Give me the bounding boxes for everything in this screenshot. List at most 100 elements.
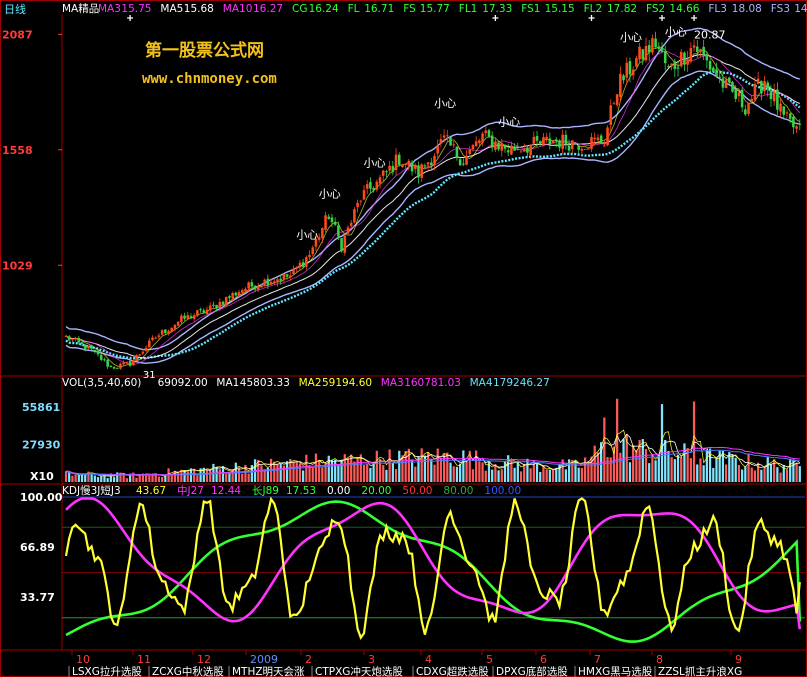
volume-legend-value: 160781.03 [404,377,461,389]
volume-bar [632,444,635,482]
candle-body [753,83,757,101]
kdj-legend-value: 17.53 [286,485,316,497]
formula-tab-label: MTHZ明天会涨 [232,665,305,677]
candle-body [516,148,520,150]
volume-bar [366,464,369,482]
candle-body [125,361,129,363]
candle-body [795,126,798,129]
volume-bar [740,469,744,482]
candle-body [558,140,561,148]
formula-tab-6[interactable]: DPXG底部选股 [492,665,568,677]
formula-tab-5[interactable]: CDXG超跌选股 [412,665,489,677]
low-price-label: 31 [143,370,156,381]
candle-body [535,135,539,141]
kdj-y-tick: 66.89 [20,541,55,554]
ma-legend-label: FL3 [708,3,727,15]
volume-bar [696,464,699,482]
candle-body [449,136,452,146]
candle-body [224,297,228,306]
candle-body [538,141,542,144]
volume-bar [644,448,648,482]
candle-body [308,254,311,258]
kdj-legend-value: 0.00 [327,485,350,497]
candle-body [702,46,705,55]
candle-body [500,143,504,151]
candle-body [455,146,459,157]
candle-body [708,60,712,70]
ma-legend-value: 16.71 [364,3,394,15]
volume-bar [776,467,779,482]
candle-body [256,286,260,290]
candle-body [750,98,754,102]
x-axis-month: 3 [368,653,375,666]
formula-tab-3[interactable]: MTHZ明天会涨 [228,665,305,677]
volume-bar [346,458,350,482]
volume-bar [769,463,773,482]
formula-tab-7[interactable]: HMXG黑马选股 [574,665,653,677]
caution-marker: 小心 [296,229,318,242]
candle-body [577,145,580,150]
formula-tab-1[interactable]: LSXG拉升选股 [68,665,142,677]
candle-body [128,361,132,366]
formula-tab-label: ZCXG中秋选股 [152,665,224,677]
candle-body [119,363,122,369]
volume-bar [596,452,600,482]
candle-body [625,62,629,78]
candle-body [340,238,343,252]
volume-bar [737,464,741,482]
price-y-tick: 1558 [2,144,33,157]
candle-body [397,154,401,165]
price-y-tick: 2087 [2,28,33,41]
candle-body [673,61,677,70]
volume-header-name: VOL(3,5,40,60) [62,377,141,389]
candle-body [273,281,276,283]
formula-tab-label: CTPXG冲天炮选股 [315,665,403,677]
volume-bar [455,466,459,482]
candle-body [571,140,574,150]
candle-body [148,340,151,348]
volume-bar [100,475,103,482]
candle-body [644,46,648,61]
candle-body [205,309,209,315]
candle-body [641,49,645,60]
formula-tab-2[interactable]: ZCXG中秋选股 [148,665,224,677]
candle-body [676,67,680,69]
volume-bar [471,469,475,482]
volume-bar [497,470,500,482]
volume-bar [330,460,334,482]
candle-body [218,301,222,308]
candle-body [760,80,763,94]
candle-body [410,162,414,172]
formula-tab-8[interactable]: ZZSL抓主升浪XG [654,665,742,677]
candle-body [212,304,215,306]
x-axis-month: 11 [137,653,151,666]
candle-body [654,38,657,48]
volume-bar [487,460,491,482]
x-axis-month: 12 [197,653,211,666]
volume-bar [436,448,439,482]
volume-bar [426,452,430,482]
candle-body [603,145,606,147]
volume-bar [773,459,776,482]
candle-body [298,262,302,268]
volume-bar [712,467,715,482]
volume-bar [715,457,718,482]
volume-bar [378,459,382,482]
volume-bar [314,453,318,482]
volume-bar [295,462,298,482]
candle-body [292,268,295,274]
ma-legend-label: FS3 [771,3,790,15]
volume-bar [337,464,340,482]
period-label: 日线 [4,2,26,16]
formula-tab-4[interactable]: CTPXG冲天炮选股 [311,665,403,677]
volume-bar [122,474,125,482]
candle-body [612,103,616,105]
candle-body [564,134,568,145]
candle-body [731,82,734,92]
formula-tab-label: DPXG底部选股 [496,665,568,677]
candle-body [109,365,113,368]
volume-bar [410,459,414,482]
x-axis-month: 8 [656,653,663,666]
ma-legend-label: FL [348,3,360,15]
peak-price-label: 20.87 [694,28,726,41]
